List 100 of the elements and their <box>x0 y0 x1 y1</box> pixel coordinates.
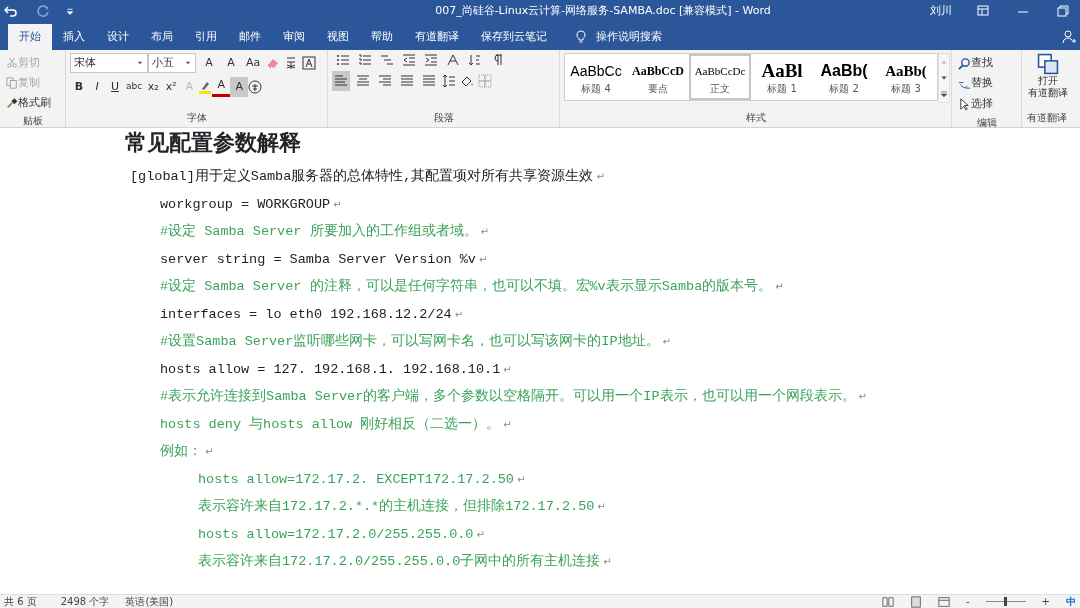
font-style-button[interactable]: x² <box>162 77 181 97</box>
paragraph-mark: ↵ <box>603 557 612 568</box>
group-label: 有道翻译 <box>1026 111 1068 125</box>
paragraph-mark: ↵ <box>516 474 526 486</box>
comment-text: 表示容许来自172.17.2.*.*的主机连接，但排除172.17.2.50 <box>198 499 595 514</box>
zoom-in-button[interactable]: + <box>1041 594 1050 608</box>
bullets-icon[interactable] <box>336 53 350 67</box>
share-icon[interactable] <box>1062 30 1076 44</box>
read-mode-icon[interactable] <box>882 595 894 608</box>
ribbon-tab[interactable]: 有道翻译 <box>404 24 470 50</box>
paragraph-mark: ↵ <box>478 254 488 266</box>
group-label: 段落 <box>432 111 455 125</box>
comment-text: #设定 Samba Server 的注释，可以是任何字符串，也可以不填。宏%v表示显示Samba的版本号。 <box>160 279 773 294</box>
translate-button[interactable]: 打开 有道翻译 <box>1026 53 1070 99</box>
ribbon-tab[interactable]: 引用 <box>184 24 228 50</box>
ribbon-tab[interactable]: 审阅 <box>272 24 316 50</box>
sort-icon[interactable] <box>468 53 482 67</box>
change-case-button[interactable]: Aa <box>244 53 263 73</box>
scissors-icon <box>6 57 18 69</box>
document-heading: 常见配置参数解释 <box>125 129 302 157</box>
ribbon-tab[interactable]: 邮件 <box>228 24 272 50</box>
decrease-indent-icon[interactable] <box>402 53 416 67</box>
redo-icon[interactable] <box>36 4 50 18</box>
dropdown-icon <box>184 59 192 67</box>
editing-button[interactable]: 选择 <box>956 94 995 114</box>
editing-button[interactable]: 查找 <box>956 53 995 73</box>
print-layout-icon[interactable] <box>910 595 922 608</box>
search-field[interactable]: 操作说明搜索 <box>596 28 662 46</box>
font-name-field[interactable]: 宋体 <box>70 53 148 73</box>
translate-icon <box>1037 53 1059 75</box>
font-size-field[interactable]: 小五 <box>148 53 196 73</box>
editing-button[interactable]: 替换 <box>956 73 995 94</box>
ime-indicator[interactable]: 中 <box>1066 594 1076 608</box>
ribbon-tab[interactable]: 开始 <box>8 24 52 50</box>
comment-text: hosts allow=172.17.2. EXCEPT172.17.2.50 <box>198 471 514 487</box>
style-option[interactable]: AaBl 标题 1 <box>751 54 813 100</box>
style-option[interactable]: AaBbCcDc 正文 <box>689 54 751 100</box>
alignment-button[interactable] <box>332 71 350 91</box>
config-line: server string = Samba Server Version %v <box>160 251 476 267</box>
language-status[interactable]: 英语(美国) <box>125 594 174 608</box>
shrink-font-button[interactable]: A <box>222 53 240 73</box>
ribbon-tab[interactable]: 保存到云笔记 <box>470 24 558 50</box>
comment-text: #设定 Samba Server 所要加入的工作组或者域。 <box>160 224 478 239</box>
center-icon <box>356 74 370 88</box>
style-option[interactable]: AaBb( 标题 3 <box>875 54 937 100</box>
align-left-icon <box>334 74 348 88</box>
group-label: 贴板 <box>21 114 44 128</box>
style-option[interactable]: AaBbCc 标题 4 <box>565 54 627 100</box>
multilevel-list-icon[interactable] <box>380 53 394 67</box>
web-layout-icon[interactable] <box>938 595 950 608</box>
paragraph-mark: ↵ <box>775 282 784 293</box>
comment-text: 例如： <box>160 444 202 459</box>
align-right-icon <box>378 74 392 88</box>
group-label: 编辑 <box>975 115 998 130</box>
group-label: 字体 <box>185 111 208 125</box>
line-spacing-icon[interactable] <box>442 74 456 88</box>
paragraph-mark: ↵ <box>662 337 671 348</box>
style-option[interactable]: AaBbCcD 要点 <box>627 54 689 100</box>
highlighter-icon[interactable] <box>198 80 213 94</box>
ribbon-tab[interactable]: 布局 <box>140 24 184 50</box>
ribbon-tab[interactable]: 插入 <box>52 24 96 50</box>
intro-text: [global]用于定义Samba服务器的总体特性,其配置项对所有共享资源生效 <box>130 169 594 184</box>
font-style-button[interactable]: I <box>88 77 106 97</box>
comment-text: #表示允许连接到Samba Server的客户端，多个参数以空格隔开。可以用一个IP表示，也可以用一个网段表示。 <box>160 389 856 404</box>
restore-icon[interactable] <box>1056 4 1070 18</box>
increase-indent-icon[interactable] <box>424 53 438 67</box>
character-shading-button[interactable]: A <box>230 77 249 97</box>
clipboard-button[interactable]: 格式刷 <box>4 93 53 113</box>
character-border-icon[interactable] <box>302 56 317 70</box>
undo-icon[interactable] <box>4 4 18 18</box>
paragraph-mark: ↵ <box>503 419 512 431</box>
font-style-button[interactable]: B <box>70 77 88 97</box>
font-style-button[interactable]: U <box>106 77 124 97</box>
search-icon <box>958 56 971 70</box>
brush-icon <box>6 97 18 109</box>
numbering-icon[interactable] <box>358 53 372 67</box>
style-option[interactable]: AaBb( 标题 2 <box>813 54 875 100</box>
ribbon-display-icon[interactable] <box>976 4 990 18</box>
ribbon-tab[interactable]: 帮助 <box>360 24 404 50</box>
comment-text: #设置Samba Server监听哪些网卡，可以写网卡名，也可以写该网卡的IP地址。 <box>160 334 660 349</box>
paragraph-mark: ↵ <box>454 309 464 321</box>
font-style-button[interactable]: x₂ <box>144 77 163 97</box>
copy-icon <box>6 77 18 89</box>
user-name: 刘川 <box>930 2 952 19</box>
grow-font-button[interactable]: A <box>200 53 218 73</box>
pointer-icon <box>958 97 971 111</box>
group-label: 样式 <box>744 111 767 125</box>
zoom-out-button[interactable]: - <box>966 594 970 608</box>
distributed-icon <box>422 74 436 88</box>
config-line: interfaces = lo eth0 192.168.12.2/24 <box>160 306 452 322</box>
ribbon-tab[interactable]: 设计 <box>96 24 140 50</box>
zoom-slider-thumb[interactable] <box>1004 597 1008 606</box>
paragraph-mark: ↵ <box>480 227 489 238</box>
word-count: 2498 个字 <box>60 595 110 608</box>
comment-text: hosts deny 与hosts allow 刚好相反（二选一）。 <box>160 416 501 432</box>
font-style-button[interactable]: abc <box>124 77 145 97</box>
paragraph-mark: ↵ <box>597 502 606 513</box>
paragraph-mark: ↵ <box>205 447 214 458</box>
ribbon-tab[interactable]: 视图 <box>316 24 360 50</box>
window-title: 007_尚硅谷-Linux云计算-网络服务-SAMBA.doc [兼容模式] - Word <box>434 2 772 19</box>
